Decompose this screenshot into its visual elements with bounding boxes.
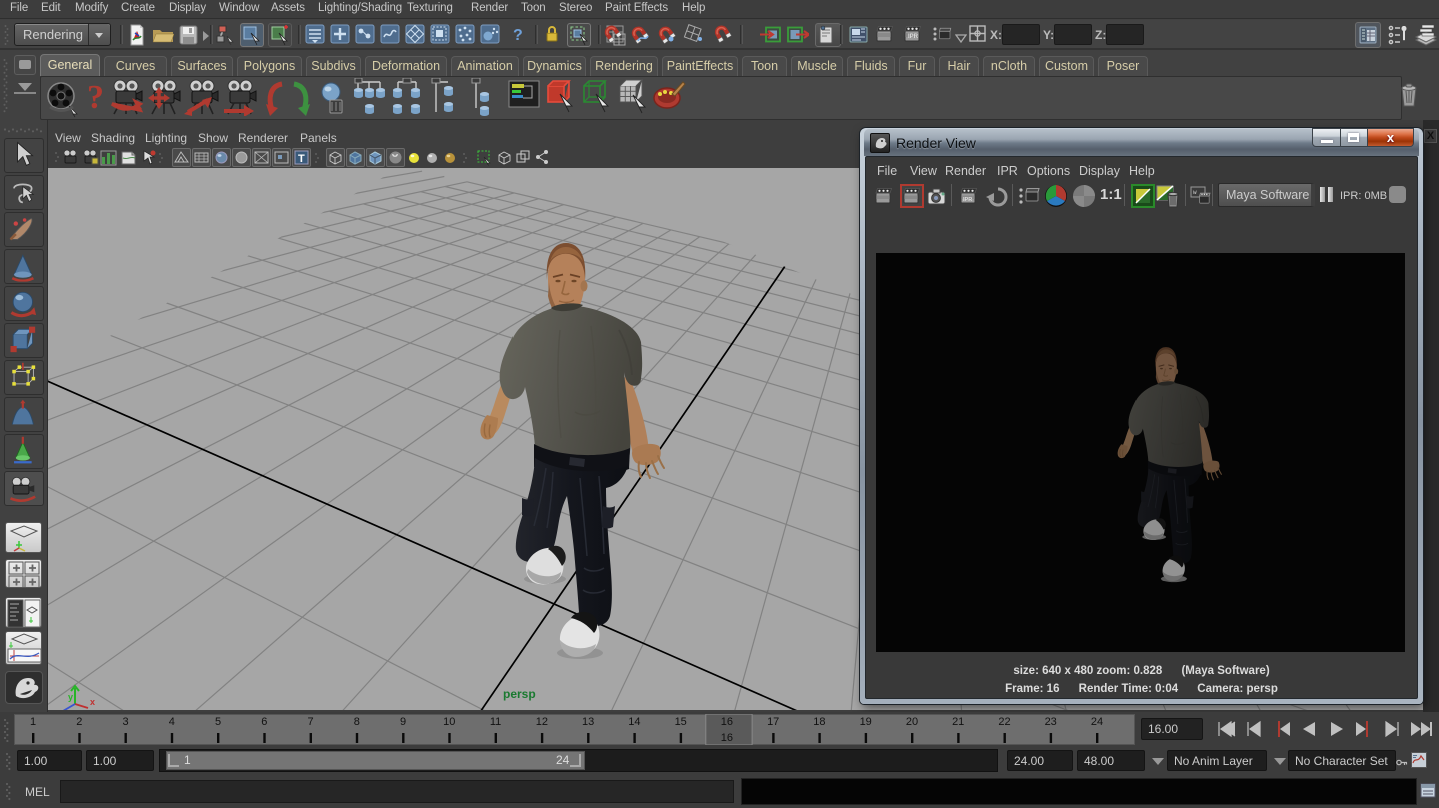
svg-text:19: 19	[860, 716, 872, 728]
svg-text:z: z	[58, 708, 63, 710]
svg-text:7: 7	[308, 716, 314, 728]
svg-text:?: ?	[87, 79, 104, 116]
svg-text:2: 2	[76, 716, 82, 728]
svg-text:5: 5	[215, 716, 221, 728]
svg-text:14: 14	[628, 716, 640, 728]
svg-text:IPR: IPR	[963, 197, 972, 203]
svg-text:?: ?	[513, 27, 523, 44]
svg-text:20: 20	[906, 716, 918, 728]
svg-text:4: 4	[169, 716, 175, 728]
svg-text:8: 8	[354, 716, 360, 728]
svg-text:9: 9	[400, 716, 406, 728]
svg-text:T: T	[298, 153, 305, 165]
svg-text:17: 17	[767, 716, 779, 728]
svg-text:24: 24	[1091, 716, 1103, 728]
svg-text:16: 16	[721, 716, 733, 728]
svg-text:12: 12	[536, 716, 548, 728]
svg-text:15: 15	[675, 716, 687, 728]
svg-text:6: 6	[261, 716, 267, 728]
svg-text:x: x	[90, 697, 95, 707]
svg-text:16: 16	[721, 732, 733, 744]
svg-text:21: 21	[952, 716, 964, 728]
svg-text:3: 3	[122, 716, 128, 728]
svg-text:10: 10	[443, 716, 455, 728]
svg-text:w: w	[1193, 189, 1197, 196]
svg-text:23: 23	[1045, 716, 1057, 728]
svg-text:1: 1	[30, 716, 36, 728]
svg-text:22: 22	[998, 716, 1010, 728]
svg-text:y: y	[68, 692, 73, 702]
svg-text:11: 11	[490, 716, 501, 728]
svg-text:13: 13	[582, 716, 594, 728]
svg-text:18: 18	[813, 716, 825, 728]
